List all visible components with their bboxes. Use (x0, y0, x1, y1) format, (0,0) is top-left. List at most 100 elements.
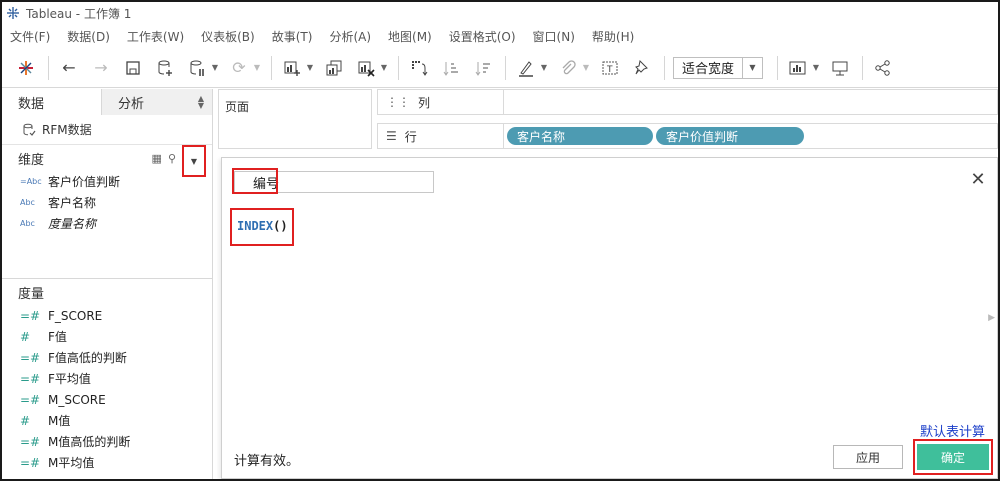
measures-header: 度量 (2, 279, 212, 305)
row-pill-customer-value[interactable]: 客户价值判断 (656, 127, 804, 145)
number-calc-type-icon: =# (20, 371, 41, 386)
menu-analysis[interactable]: 分析(A) (329, 28, 371, 45)
ok-button[interactable]: 确定 (917, 444, 989, 470)
pause-updates-dropdown-icon[interactable]: ▼ (211, 56, 219, 80)
toolbar-separator (664, 55, 665, 80)
database-check-icon (23, 123, 36, 136)
menu-story[interactable]: 故事(T) (272, 28, 313, 45)
expand-right-icon[interactable]: ▶ (988, 313, 995, 323)
fit-width-dropdown-icon[interactable]: ▼ (742, 57, 762, 78)
pin-icon[interactable] (630, 56, 654, 80)
measure-field[interactable]: # F值 (2, 326, 212, 347)
new-worksheet-icon[interactable] (280, 56, 304, 80)
toolbar-separator (862, 55, 863, 80)
clear-sheet-dropdown-icon[interactable]: ▼ (380, 56, 388, 80)
number-calc-type-icon: =# (20, 455, 41, 470)
tab-analysis-label: 分析 (118, 96, 145, 112)
view-list-icon[interactable]: ▦ (152, 152, 162, 165)
measure-field[interactable]: =# M平均值 (2, 452, 212, 473)
rows-shelf[interactable]: ☰ 行 客户名称 客户价值判断 (377, 123, 998, 149)
share-icon[interactable] (871, 56, 895, 80)
tab-analysis[interactable]: 分析 ▲ ▼ (102, 89, 212, 115)
measure-field[interactable]: =# F值高低的判断 (2, 347, 212, 368)
dimension-field[interactable]: Abc 客户名称 (2, 192, 212, 213)
pages-title: 页面 (225, 100, 250, 114)
measure-field[interactable]: =# M值高低的判断 (2, 431, 212, 452)
calc-status-text: 计算有效。 (234, 454, 300, 469)
columns-shelf[interactable]: ⋮⋮ 列 (377, 89, 998, 115)
number-calc-type-icon: =# (20, 350, 41, 365)
show-me-dropdown-icon[interactable]: ▼ (812, 56, 820, 80)
menu-data[interactable]: 数据(D) (67, 28, 110, 45)
back-arrow-icon[interactable]: ← (57, 56, 81, 80)
field-name: M值 (48, 414, 71, 428)
presentation-mode-icon[interactable] (828, 56, 852, 80)
measure-field[interactable]: =# M_SCORE (2, 389, 212, 410)
number-type-icon: # (20, 413, 31, 428)
show-labels-icon[interactable]: T (598, 56, 622, 80)
calc-name-highlight (232, 168, 278, 194)
tab-data[interactable]: 数据 (2, 89, 102, 115)
row-pill-customer-name[interactable]: 客户名称 (507, 127, 653, 145)
dimension-field[interactable]: =Abc 客户价值判断 (2, 171, 212, 192)
dimensions-title: 维度 (18, 152, 45, 168)
menu-help[interactable]: 帮助(H) (592, 28, 634, 45)
pause-updates-icon[interactable] (185, 56, 209, 80)
tableau-home-icon[interactable] (14, 56, 38, 80)
sort-ascending-icon[interactable] (439, 56, 463, 80)
swap-rows-columns-icon[interactable] (407, 56, 431, 80)
measure-field[interactable]: # M值 (2, 410, 212, 431)
attach-icon[interactable] (556, 56, 580, 80)
measure-field[interactable]: =# F平均值 (2, 368, 212, 389)
dimension-field[interactable]: Abc 度量名称 (2, 213, 212, 234)
new-datasource-icon[interactable] (153, 56, 177, 80)
apply-button[interactable]: 应用 (833, 445, 903, 469)
tab-scroll-icon[interactable]: ▲ ▼ (198, 95, 204, 110)
highlight-dropdown-icon[interactable]: ▼ (540, 56, 548, 80)
default-table-calc-annotation[interactable]: 默认表计算 (920, 421, 985, 440)
menu-window[interactable]: 窗口(N) (533, 28, 575, 45)
fit-width-select[interactable]: 适合宽度 ▼ (673, 56, 763, 79)
calculation-editor-dialog: 编号 ✕ INDEX() ▶ 计算有效。 默认表计算 应用 确定 (221, 157, 998, 479)
dimensions-menu-dropdown[interactable]: ▼ (182, 145, 206, 177)
forward-arrow-icon[interactable]: → (89, 56, 113, 80)
refresh-dropdown-icon[interactable]: ▼ (253, 56, 261, 80)
search-icon[interactable]: ⚲ (168, 152, 176, 165)
toolbar-separator (398, 55, 399, 80)
toolbar: ← → ▼ ⟳ ▼ ▼ ▼ ▼ ▼ T 适合宽度 ▼ ▼ (2, 48, 998, 88)
menu-worksheet[interactable]: 工作表(W) (127, 28, 184, 45)
sort-descending-icon[interactable] (471, 56, 495, 80)
clear-sheet-icon[interactable] (354, 56, 378, 80)
formula-editor[interactable]: INDEX() (237, 219, 288, 233)
measure-field[interactable]: =# F_SCORE (2, 305, 212, 326)
highlight-pen-icon[interactable] (514, 56, 538, 80)
menu-map[interactable]: 地图(M) (388, 28, 432, 45)
columns-shelf-label: ⋮⋮ 列 (378, 90, 504, 114)
menu-format[interactable]: 设置格式(O) (449, 28, 516, 45)
number-calc-type-icon: =# (20, 392, 41, 407)
app-window: Tableau - 工作簿 1 文件(F) 数据(D) 工作表(W) 仪表板(B… (0, 0, 1000, 481)
tableau-logo-icon (7, 7, 19, 19)
attach-dropdown-icon[interactable]: ▼ (582, 56, 590, 80)
duplicate-sheet-icon[interactable] (322, 56, 346, 80)
close-icon[interactable]: ✕ (969, 171, 987, 190)
new-worksheet-dropdown-icon[interactable]: ▼ (306, 56, 314, 80)
field-name: F_SCORE (48, 308, 103, 323)
show-me-icon[interactable] (786, 56, 810, 80)
rows-icon: ☰ (386, 129, 397, 143)
menu-dashboard[interactable]: 仪表板(B) (201, 28, 255, 45)
number-calc-type-icon: =# (20, 308, 41, 323)
toolbar-separator (777, 55, 778, 80)
measures-title: 度量 (18, 286, 45, 302)
field-name: M值高低的判断 (48, 435, 131, 449)
dimensions-header: 维度 ▦ ⚲ ▼ (2, 145, 212, 177)
pages-shelf[interactable]: 页面 (218, 89, 372, 149)
rows-title: 行 (404, 129, 417, 144)
save-icon[interactable] (121, 56, 145, 80)
menu-bar: 文件(F) 数据(D) 工作表(W) 仪表板(B) 故事(T) 分析(A) 地图… (2, 24, 998, 48)
svg-text:T: T (606, 65, 613, 75)
refresh-icon[interactable]: ⟳ (227, 56, 251, 80)
menu-file[interactable]: 文件(F) (10, 28, 50, 45)
string-type-icon: Abc (20, 198, 35, 207)
datasource-item[interactable]: RFM数据 (2, 115, 212, 145)
